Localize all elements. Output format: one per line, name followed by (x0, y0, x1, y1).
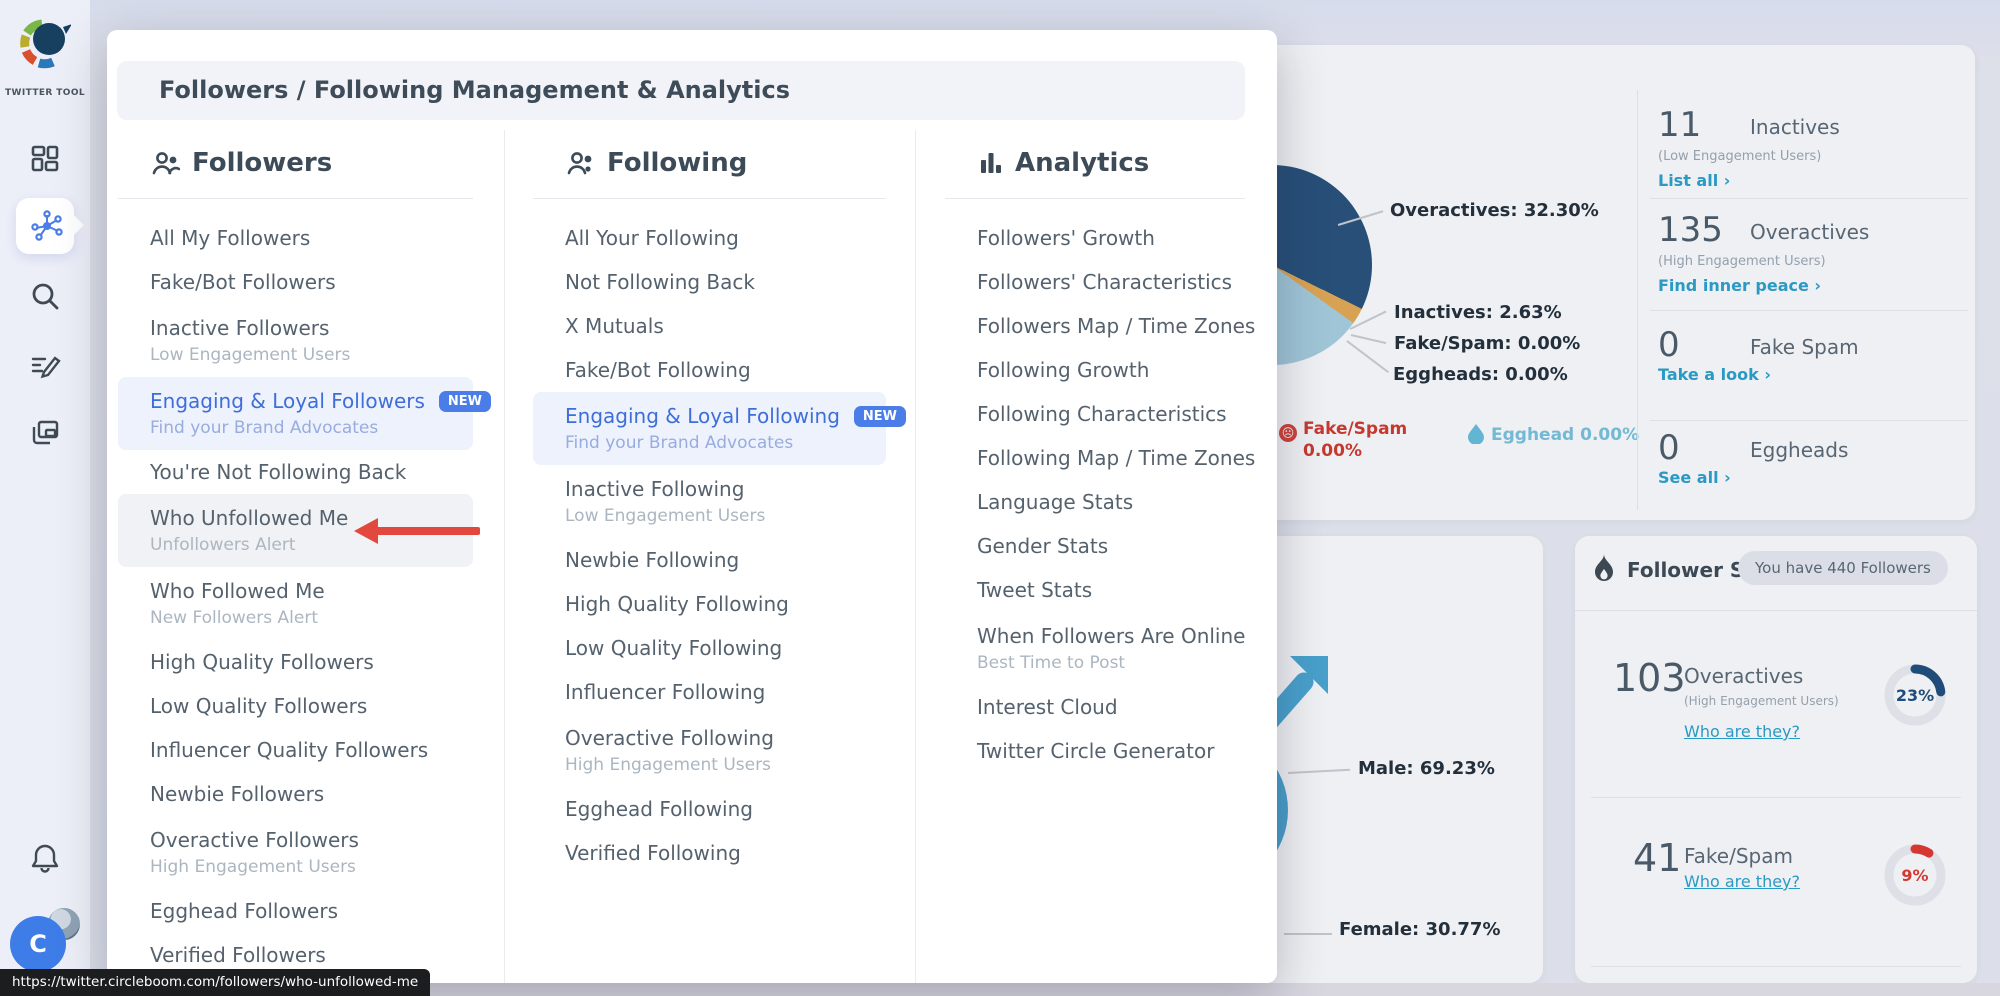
new-badge: NEW (439, 391, 491, 412)
menu-item[interactable]: Influencer Quality Followers (118, 728, 473, 772)
menu-item[interactable]: Followers' Growth (945, 216, 1245, 260)
following-column-header: Following (533, 140, 886, 186)
following-menu-list: All Your Following Not Following Back X … (533, 216, 886, 875)
menu-item[interactable]: Twitter Circle Generator (945, 729, 1245, 773)
menu-item[interactable]: Following Characteristics (945, 392, 1245, 436)
menu-item[interactable]: Influencer Following (533, 670, 886, 714)
menu-item[interactable]: Followers Map / Time Zones (945, 304, 1245, 348)
menu-item[interactable]: Language Stats (945, 480, 1245, 524)
menu-item[interactable]: Following Growth (945, 348, 1245, 392)
menu-item[interactable]: Not Following Back (533, 260, 886, 304)
menu-item[interactable]: Newbie Followers (118, 772, 473, 816)
overlay-header: Followers / Following Management & Analy… (117, 61, 1245, 120)
network-hub-icon[interactable] (29, 208, 65, 244)
notifications-bell-icon[interactable] (27, 840, 63, 876)
menu-item[interactable]: Interest Cloud (945, 685, 1245, 729)
menu-item[interactable]: Gender Stats (945, 524, 1245, 568)
menu-item[interactable]: Engaging & Loyal FollowersNEW Find your … (118, 377, 473, 450)
analytics-column-header: Analytics (945, 140, 1245, 186)
sidebar: TWITTER TOOL (0, 0, 90, 996)
followers-icon (152, 150, 180, 176)
menu-item[interactable]: Egghead Following (533, 787, 886, 831)
circleboom-logo[interactable] (19, 18, 71, 70)
menu-item[interactable]: All Your Following (533, 216, 886, 260)
search-icon[interactable] (27, 278, 63, 314)
menu-item[interactable]: Verified Following (533, 831, 886, 875)
menu-item[interactable]: High Quality Following (533, 582, 886, 626)
menu-item[interactable]: Low Quality Followers (118, 684, 473, 728)
menu-item[interactable]: Following Map / Time Zones (945, 436, 1245, 480)
menu-item[interactable]: Engaging & Loyal FollowingNEW Find your … (533, 392, 886, 465)
menu-item[interactable]: Fake/Bot Following (533, 348, 886, 392)
following-icon (567, 150, 595, 176)
followers-menu-list: All My Followers Fake/Bot Followers Inac… (118, 216, 473, 977)
menu-item[interactable]: Inactive Followers Low Engagement Users (118, 304, 473, 377)
menu-item[interactable]: Fake/Bot Followers (118, 260, 473, 304)
analytics-menu-list: Followers' Growth Followers' Characteris… (945, 216, 1245, 773)
menu-item[interactable]: You're Not Following Back (118, 450, 473, 494)
menu-item[interactable]: X Mutuals (533, 304, 886, 348)
menu-item[interactable]: Low Quality Following (533, 626, 886, 670)
mega-menu-overlay: Followers / Following Management & Analy… (107, 30, 1277, 983)
menu-item[interactable]: Egghead Followers (118, 889, 473, 933)
analytics-icon (979, 151, 1003, 175)
following-column: Following All Your Following Not Followi… (533, 140, 886, 875)
dashboard-icon[interactable] (27, 140, 63, 176)
followers-column-header: Followers (118, 140, 473, 186)
menu-item[interactable]: Inactive Following Low Engagement Users (533, 465, 886, 538)
menu-item[interactable]: Who Unfollowed Me Unfollowers Alert (118, 494, 473, 567)
menu-item[interactable]: High Quality Followers (118, 640, 473, 684)
analytics-column: Analytics Followers' Growth Followers' C… (945, 140, 1245, 773)
new-badge: NEW (854, 406, 906, 427)
menu-item[interactable]: Overactive Followers High Engagement Use… (118, 816, 473, 889)
menu-item[interactable]: Overactive Following High Engagement Use… (533, 714, 886, 787)
followers-column: Followers All My Followers Fake/Bot Foll… (118, 140, 473, 977)
avatar[interactable]: C (10, 916, 66, 972)
menu-item[interactable]: All My Followers (118, 216, 473, 260)
menu-item[interactable]: Who Followed Me New Followers Alert (118, 567, 473, 640)
compose-pencil-icon[interactable] (27, 347, 63, 383)
menu-item[interactable]: Newbie Following (533, 538, 886, 582)
layers-copy-icon[interactable] (27, 415, 63, 451)
menu-item[interactable]: When Followers Are Online Best Time to P… (945, 612, 1245, 685)
red-arrow-pointer (354, 518, 484, 544)
menu-item[interactable]: Tweet Stats (945, 568, 1245, 612)
logo-label: TWITTER TOOL (0, 88, 90, 98)
page-title: Followers / Following Management & Analy… (159, 61, 790, 120)
status-bar-url: https://twitter.circleboom.com/followers… (0, 969, 430, 996)
menu-item[interactable]: Followers' Characteristics (945, 260, 1245, 304)
